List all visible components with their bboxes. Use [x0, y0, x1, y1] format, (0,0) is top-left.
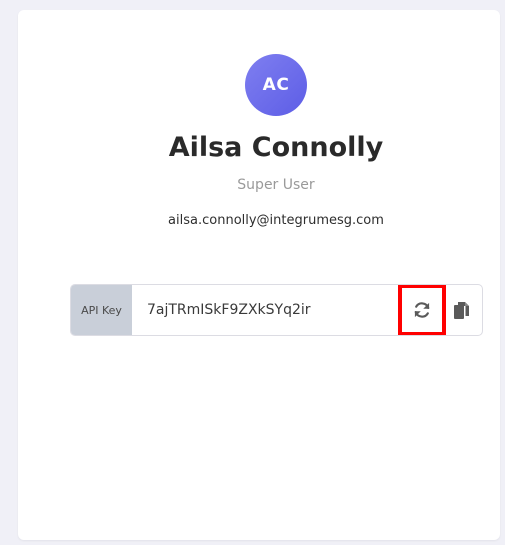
user-name: Ailsa Connolly — [168, 132, 384, 163]
copy-icon — [453, 301, 469, 319]
profile-card: AC Ailsa Connolly Super User ailsa.conno… — [18, 10, 500, 540]
api-key-group: API Key 7ajTRmISkF9ZXkSYq2ir — [70, 284, 483, 336]
api-key-label: API Key — [71, 285, 132, 335]
copy-api-key-button[interactable] — [447, 285, 475, 335]
user-email: ailsa.connolly@integrumesg.com — [168, 213, 384, 228]
regenerate-api-key-button[interactable] — [398, 285, 446, 335]
refresh-icon — [414, 302, 430, 318]
avatar: AC — [245, 54, 307, 116]
api-key-value[interactable]: 7ajTRmISkF9ZXkSYq2ir — [147, 285, 311, 335]
user-role: Super User — [237, 177, 315, 193]
